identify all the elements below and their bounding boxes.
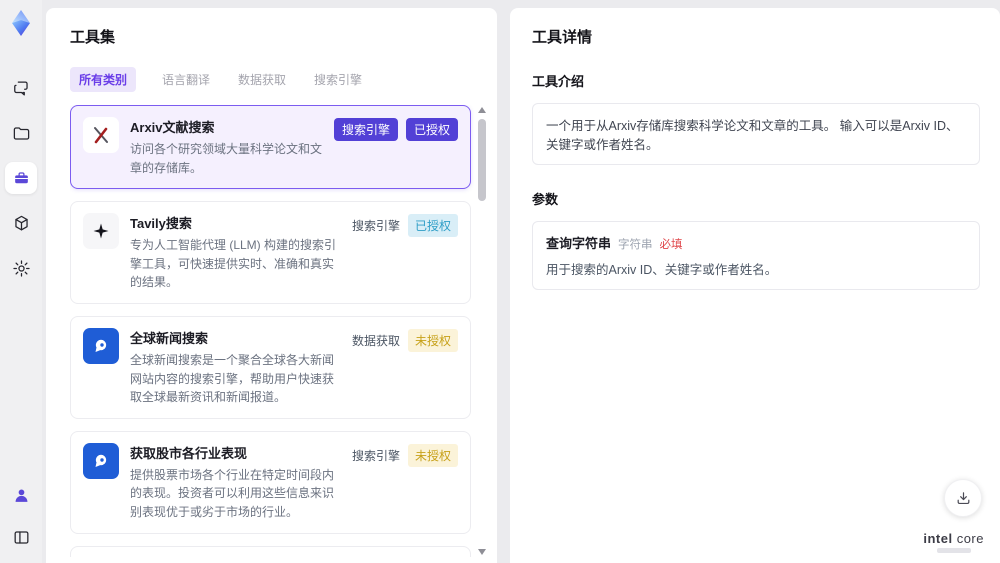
folder-icon[interactable] [5, 117, 37, 149]
tool-card-global-news[interactable]: 全球新闻搜索 全球新闻搜索是一个聚合全球各大新闻网站内容的搜索引擎，帮助用户快速… [70, 315, 471, 419]
scroll-up-arrow[interactable] [478, 107, 486, 113]
tool-card-tavily[interactable]: Tavily搜索 专为人工智能代理 (LLM) 构建的搜索引擎工具，可快速提供实… [70, 201, 471, 304]
scroll-down-arrow[interactable] [478, 549, 486, 555]
tool-desc: 访问各个研究领域大量科学论文和文章的存储库。 [130, 142, 323, 175]
auth-badge: 未授权 [407, 443, 458, 467]
tool-card-sector-performance[interactable]: 获取股市各行业表现 提供股票市场各个行业在特定时间段内的表现。投资者可以利用这些… [70, 430, 471, 534]
auth-badge: 已授权 [405, 118, 458, 141]
rail-nav [5, 72, 37, 284]
param-required-badge: 必填 [659, 239, 683, 251]
tab-search-engine[interactable]: 搜索引擎 [312, 67, 364, 92]
category-badge: 搜索引擎 [333, 118, 398, 141]
tool-card-most-active-stocks[interactable]: 获取市场最活跃股票信息 提供当天交易量最高的股票列表，投资者可以利用这些信息来识… [70, 545, 471, 557]
download-icon [957, 491, 969, 504]
category-label: 数据获取 [351, 333, 400, 348]
page-title: 工具集 [70, 29, 116, 46]
category-tabs: 所有类别 语言翻译 数据获取 搜索引擎 [70, 67, 487, 92]
chat-icon[interactable] [5, 72, 37, 104]
detail-title: 工具详情 [532, 29, 593, 46]
tool-desc: 全球新闻搜索是一个聚合全球各大新闻网站内容的搜索引擎，帮助用户快速获取全球最新资… [130, 352, 335, 405]
blue-bot-icon [83, 442, 119, 479]
tab-language-translation[interactable]: 语言翻译 [160, 67, 212, 92]
params-heading: 参数 [532, 192, 559, 207]
download-button[interactable] [944, 479, 982, 517]
brand-subtext [936, 548, 971, 553]
briefcase-icon[interactable] [5, 162, 37, 194]
param-box: 查询字符串 字符串 必填 用于搜索的Arxiv ID、关键字或作者姓名。 [532, 221, 980, 290]
intel-core-logo: intel core [923, 531, 984, 553]
user-icon[interactable] [5, 479, 37, 511]
list-scrollbar[interactable] [477, 107, 487, 555]
tool-name: 全球新闻搜索 [130, 330, 209, 346]
scroll-thumb[interactable] [478, 119, 486, 201]
icon-rail [0, 0, 42, 563]
tool-list-panel: 工具集 所有类别 语言翻译 数据获取 搜索引擎 Arxiv文献搜索 访问各个研究… [46, 8, 497, 563]
tab-data-fetch[interactable]: 数据获取 [236, 67, 288, 92]
panel-toggle-icon[interactable] [5, 521, 37, 553]
tool-detail-panel: 工具详情 工具介绍 一个用于从Arxiv存储库搜索科学论文和文章的工具。 输入可… [510, 8, 1000, 563]
gear-icon[interactable] [5, 252, 37, 284]
star-icon [83, 213, 119, 250]
arxiv-icon [83, 117, 119, 153]
tool-name: Tavily搜索 [130, 216, 192, 232]
auth-badge: 未授权 [407, 328, 458, 352]
tool-desc: 提供股票市场各个行业在特定时间段内的表现。投资者可以利用这些信息来识别表现优于或… [130, 467, 335, 519]
param-desc: 用于搜索的Arxiv ID、关键字或作者姓名。 [546, 263, 778, 277]
category-label: 搜索引擎 [351, 448, 400, 463]
auth-badge: 已授权 [407, 214, 458, 238]
tool-card-arxiv[interactable]: Arxiv文献搜索 访问各个研究领域大量科学论文和文章的存储库。 搜索引擎 已授… [70, 105, 471, 190]
brand-intel: intel [923, 531, 953, 546]
intro-box: 一个用于从Arxiv存储库搜索科学论文和文章的工具。 输入可以是Arxiv ID… [532, 103, 980, 165]
brand-core: core [956, 531, 984, 546]
app-logo[interactable] [6, 8, 36, 38]
intro-heading: 工具介绍 [532, 74, 585, 89]
intro-text: 一个用于从Arxiv存储库搜索科学论文和文章的工具。 输入可以是Arxiv ID… [546, 119, 959, 152]
blue-bot-icon [83, 327, 119, 364]
tab-all-categories[interactable]: 所有类别 [70, 67, 137, 92]
tool-name: 获取股市各行业表现 [130, 445, 248, 461]
cube-icon[interactable] [5, 207, 37, 239]
rail-bottom [5, 479, 37, 553]
tool-list: Arxiv文献搜索 访问各个研究领域大量科学论文和文章的存储库。 搜索引擎 已授… [70, 105, 487, 557]
tool-desc: 专为人工智能代理 (LLM) 构建的搜索引擎工具，可快速提供实时、准确和真实的结… [130, 238, 337, 290]
tool-name: Arxiv文献搜索 [130, 120, 215, 135]
param-name: 查询字符串 [546, 236, 612, 251]
param-type: 字符串 [618, 239, 653, 251]
category-label: 搜索引擎 [351, 219, 400, 234]
